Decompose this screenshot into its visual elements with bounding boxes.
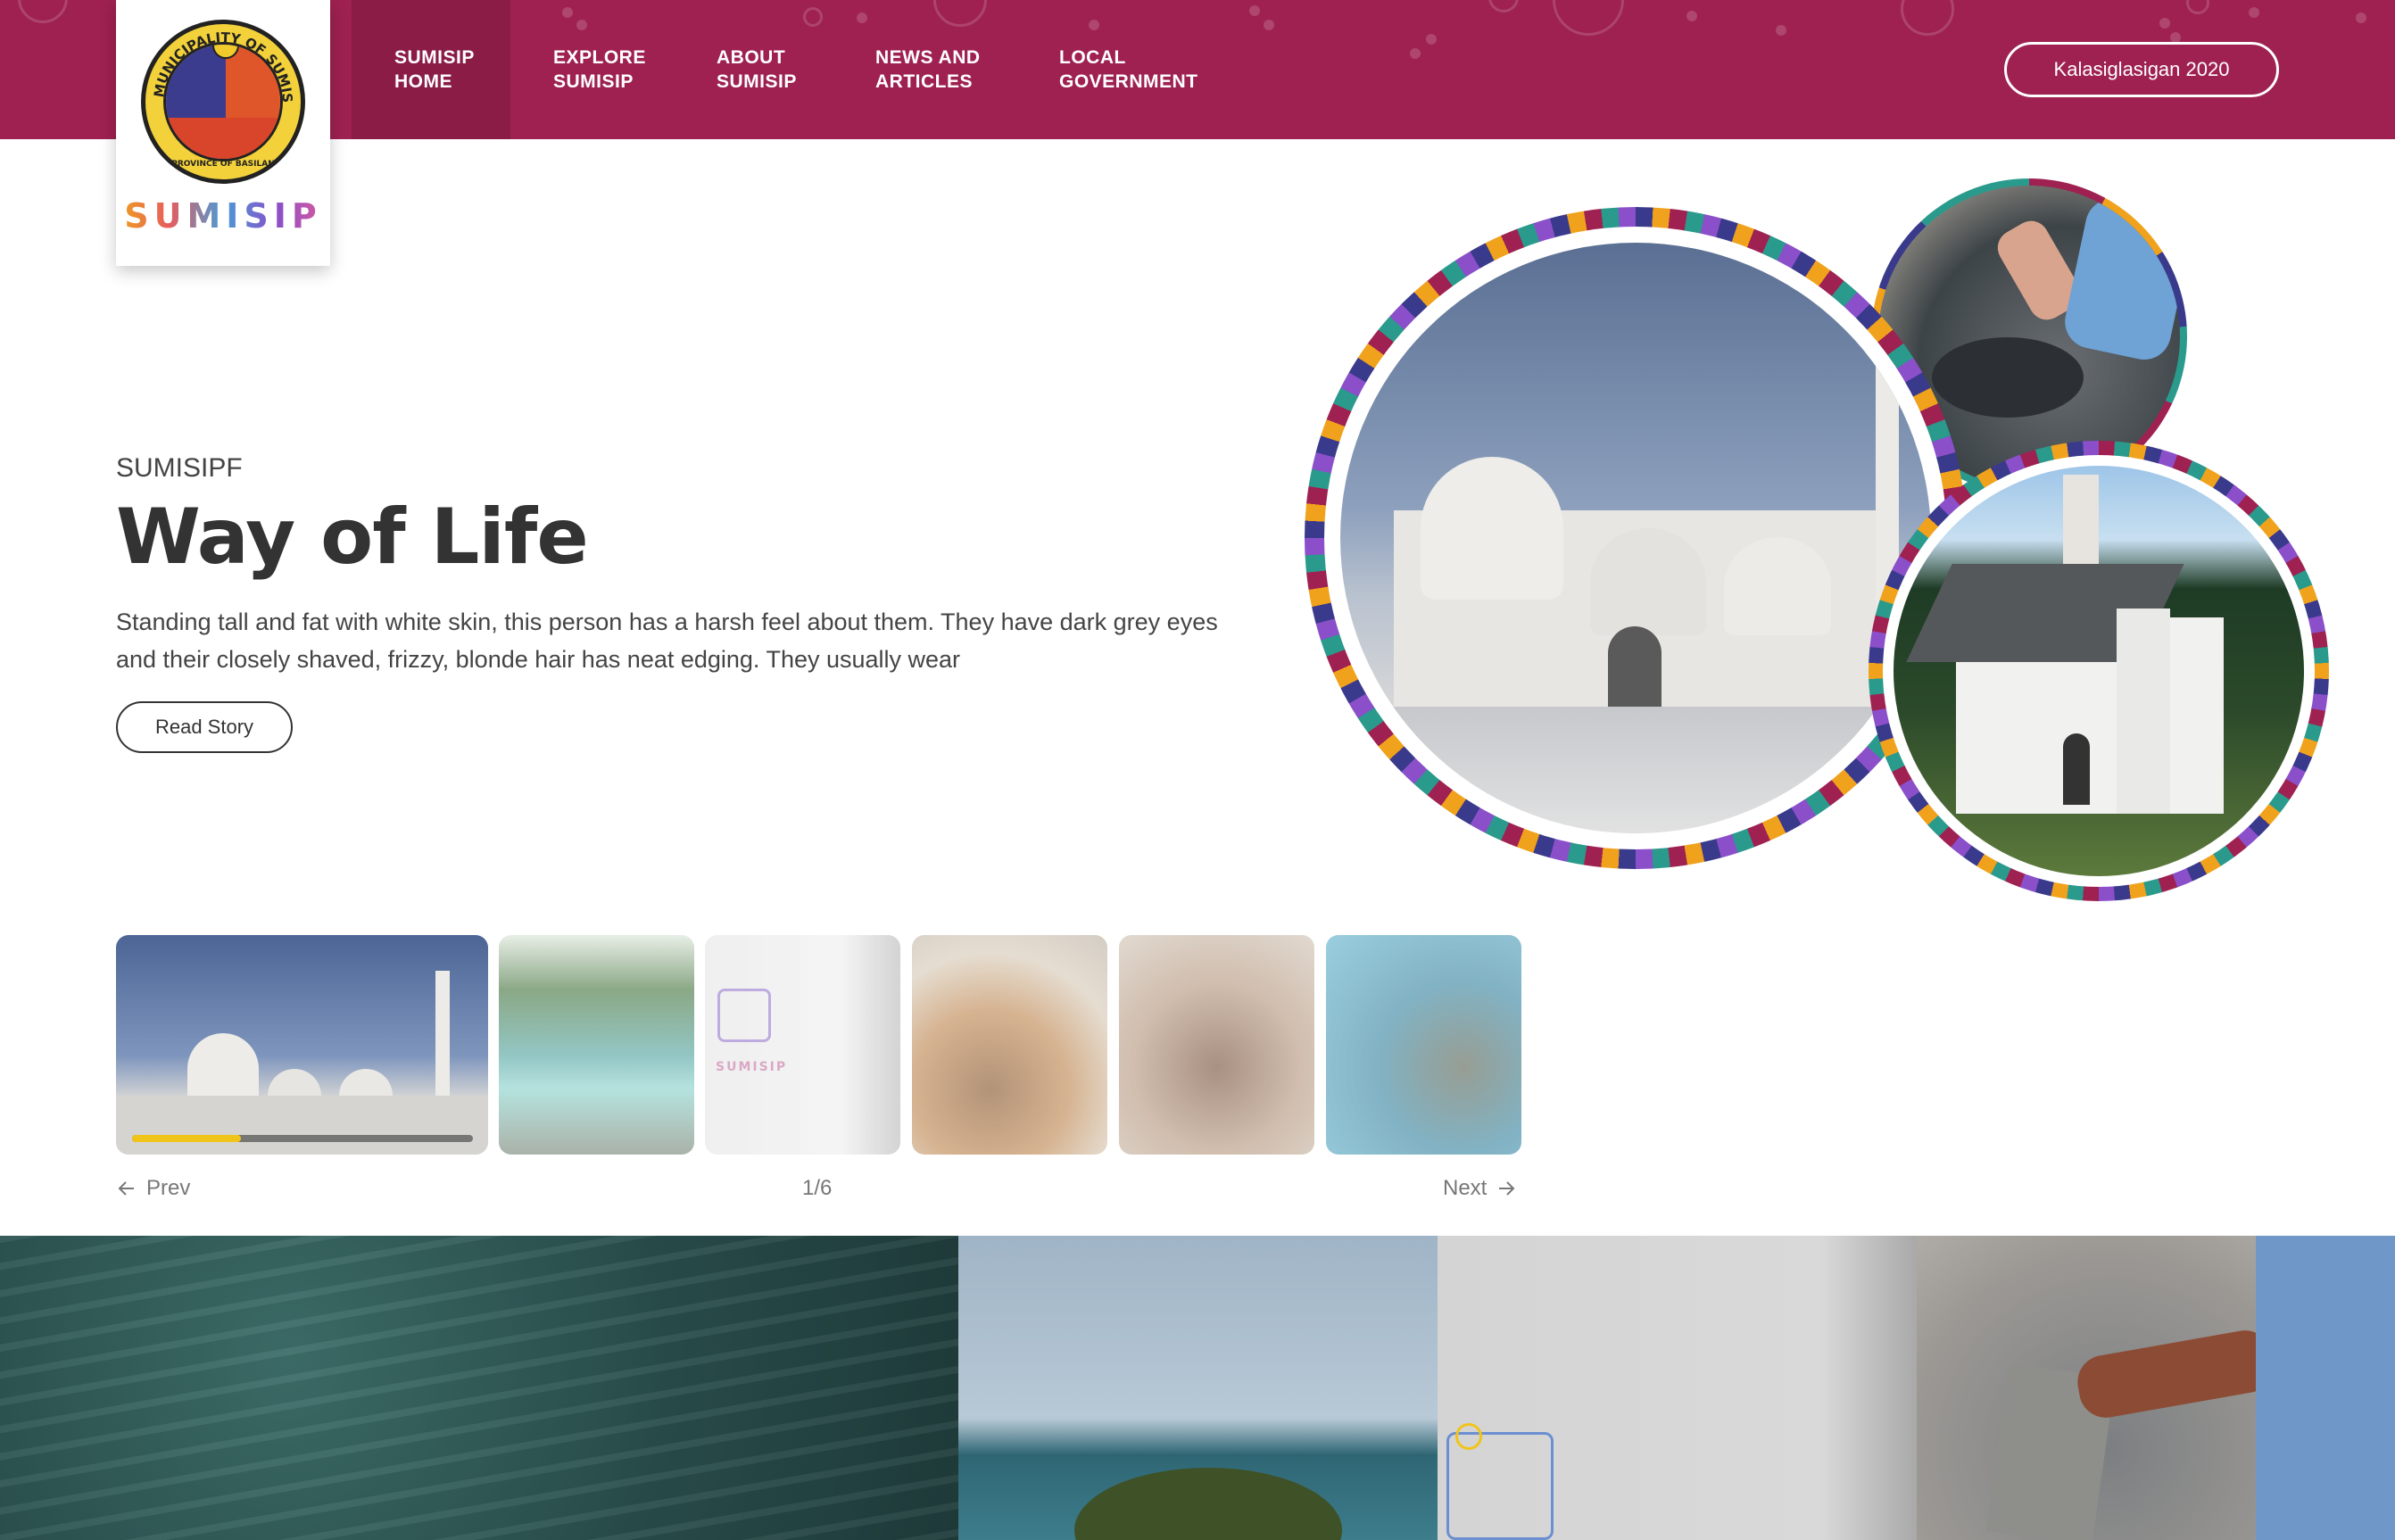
story-progress-bar [132, 1135, 473, 1142]
nav-explore-sumisip[interactable]: EXPLORE SUMISIP [553, 0, 646, 139]
hero-title: Way of Life [116, 493, 589, 582]
slide-counter: 1/6 [802, 1176, 833, 1200]
nav-label-line1: LOCAL [1059, 47, 1126, 68]
thumbnail-coral-reef[interactable] [1326, 935, 1521, 1155]
nav-label-line2: ARTICLES [875, 71, 973, 92]
municipal-seal: MUNICIPALITY OF SUMISIP PROVINCE OF BASI… [141, 20, 305, 184]
read-story-button[interactable]: Read Story [116, 701, 293, 753]
nav-about-sumisip[interactable]: ABOUT SUMISIP [717, 0, 797, 139]
nav-label-line1: ABOUT [717, 47, 786, 68]
gallery-island-tile[interactable] [958, 1236, 1438, 1540]
thumbnail-mosque[interactable] [116, 935, 488, 1155]
gallery-sumisip-wall-tile[interactable] [1438, 1236, 1917, 1540]
seal-province-text: PROVINCE OF BASILAN [171, 160, 275, 169]
nav-label-line1: EXPLORE [553, 47, 646, 68]
arrow-right-icon [1499, 1181, 1515, 1196]
mosque-photo-frame [1305, 207, 1967, 869]
mosque-photo [1340, 243, 1931, 833]
prev-button[interactable]: Prev [116, 1176, 190, 1201]
municipality-logo[interactable]: MUNICIPALITY OF SUMISIP PROVINCE OF BASI… [116, 0, 330, 266]
arrow-left-icon [118, 1181, 134, 1196]
logo-wordmark: SUMISIP [116, 196, 330, 236]
next-label: Next [1443, 1176, 1488, 1200]
nav-label-line2: SUMISIP [553, 71, 634, 92]
gallery-fish-market-tile[interactable] [1917, 1236, 2395, 1540]
hero-eyebrow: SUMISIPF [116, 453, 243, 483]
church-photo-frame [1869, 441, 2329, 901]
story-progress-fill [132, 1135, 242, 1142]
church-photo [1894, 466, 2304, 876]
thumbnail-food[interactable] [912, 935, 1107, 1155]
nav-label-line2: SUMISIP [717, 71, 797, 92]
nav-local-government[interactable]: LOCAL GOVERNMENT [1059, 0, 1198, 139]
nav-news-and-articles[interactable]: NEWS AND ARTICLES [875, 0, 981, 139]
nav-label-line2: GOVERNMENT [1059, 71, 1198, 92]
thumbnail-market-vendor[interactable] [1119, 935, 1314, 1155]
nav-label-line2: HOME [394, 71, 452, 92]
next-button[interactable]: Next [1443, 1176, 1517, 1201]
nav-sumisip-home[interactable]: SUMISIP HOME [352, 0, 510, 139]
nav-label-line1: SUMISIP [394, 47, 475, 68]
hero-description: Standing tall and fat with white skin, t… [116, 609, 1218, 673]
thumbnail-river[interactable] [499, 935, 694, 1155]
gallery-ocean-tile[interactable] [0, 1236, 958, 1540]
prev-label: Prev [146, 1176, 191, 1200]
nav-label-line1: NEWS AND [875, 47, 981, 68]
thumbnail-sumisip-wall[interactable]: SUMISIP [705, 935, 900, 1155]
kalasiglasigan-button[interactable]: Kalasiglasigan 2020 [2004, 42, 2279, 97]
